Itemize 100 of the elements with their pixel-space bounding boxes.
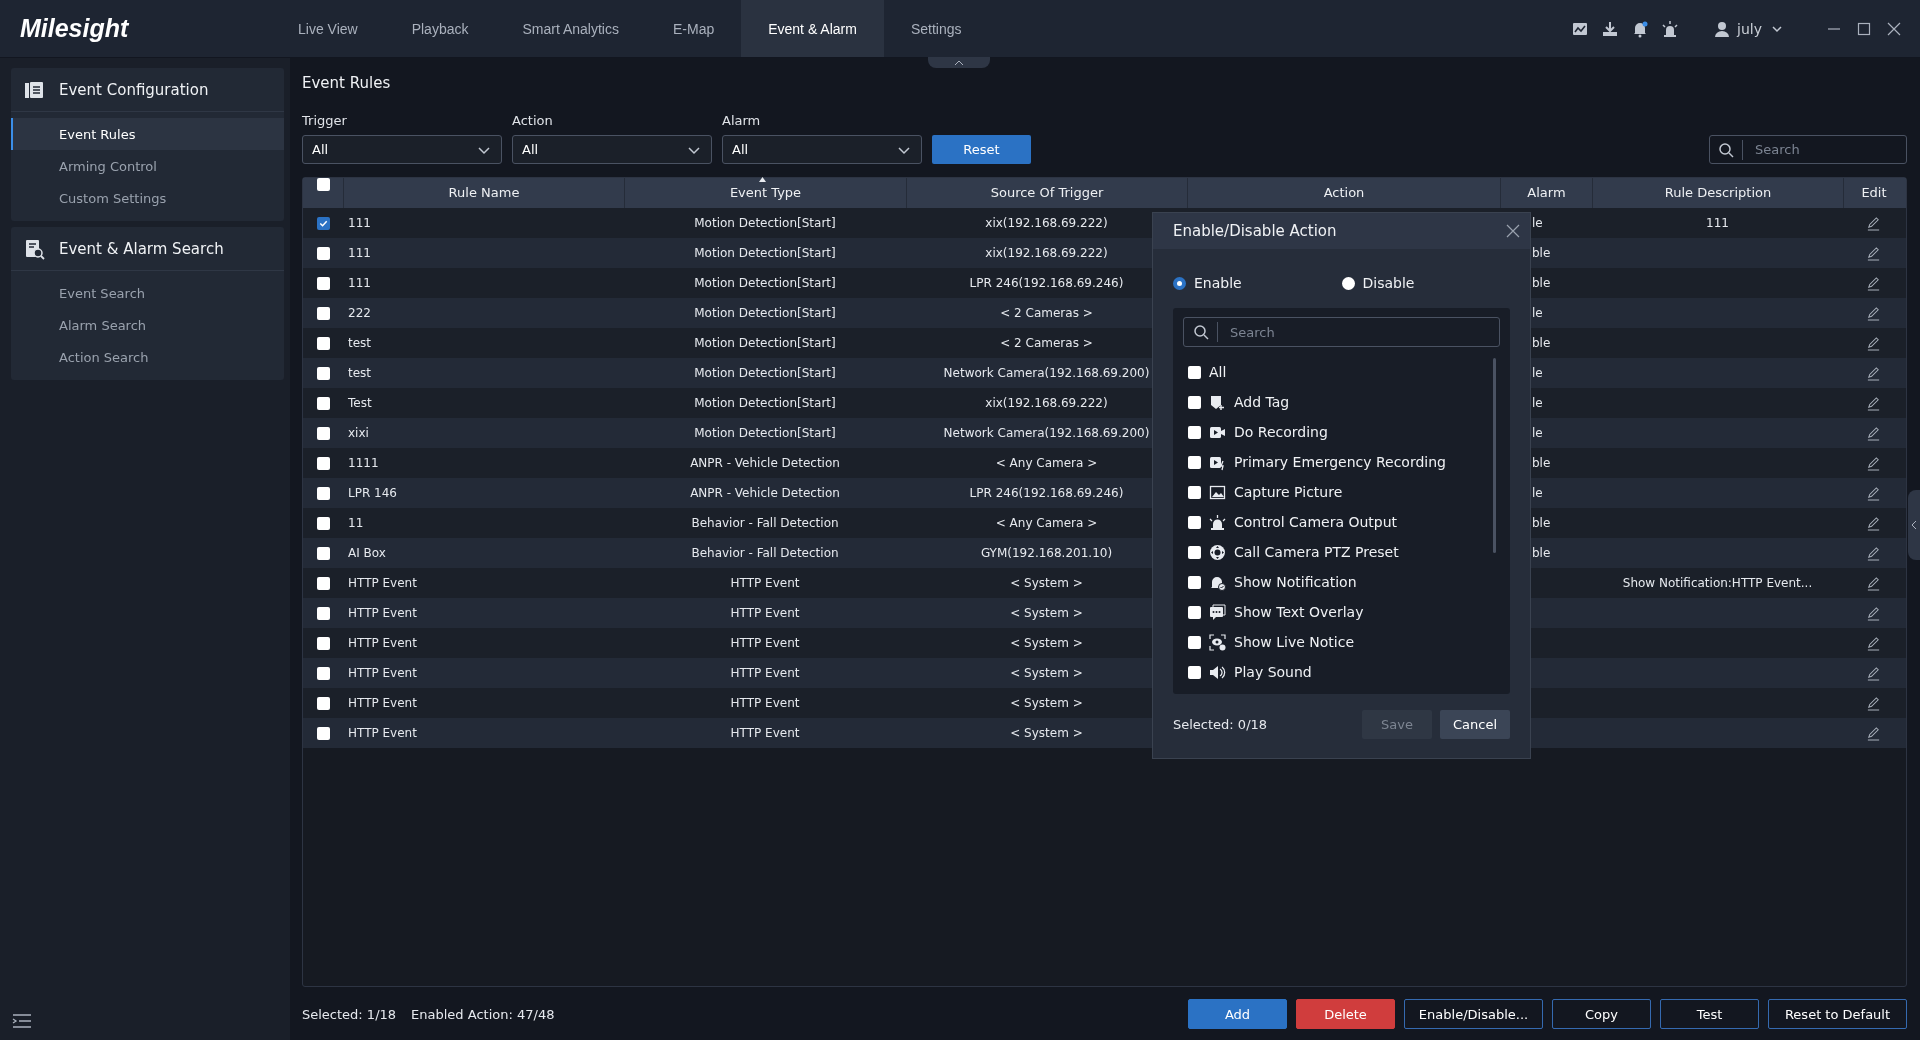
collapse-handle[interactable] [1908,490,1920,560]
maximize-icon[interactable] [1856,20,1872,37]
filter-dropdown[interactable]: All [302,135,502,164]
edit-icon[interactable] [1866,485,1881,501]
edit-icon[interactable] [1866,545,1881,561]
action-button[interactable]: Enable/Disable... [1404,999,1543,1029]
edit-icon[interactable] [1866,605,1881,621]
search-input[interactable]: Search [1742,139,1898,160]
checkbox[interactable] [316,426,330,440]
nav-tab[interactable]: Live View [271,0,385,57]
action-button[interactable]: Test [1660,999,1759,1029]
list-option[interactable]: Show Text Overlay [1183,597,1500,627]
edit-icon[interactable] [1866,725,1881,741]
edit-icon[interactable] [1866,245,1881,261]
alarm-light-icon[interactable] [1661,19,1680,38]
edit-icon[interactable] [1866,425,1881,441]
checkbox[interactable] [1188,485,1201,499]
checkbox[interactable] [316,178,330,191]
checkbox[interactable] [316,486,330,500]
list-option[interactable]: Capture Picture [1183,477,1500,507]
checkbox[interactable] [316,276,330,290]
checkbox[interactable] [1188,545,1201,559]
checkbox[interactable] [1188,395,1201,409]
checkbox[interactable] [1188,605,1201,619]
checkbox[interactable] [1188,455,1201,469]
scrollbar[interactable] [1493,358,1496,553]
list-option[interactable]: Call Camera PTZ Preset [1183,537,1500,567]
download-icon[interactable] [1601,19,1620,38]
action-button[interactable]: Copy [1552,999,1651,1029]
list-option[interactable]: Add Tag [1183,387,1500,417]
list-option[interactable]: Do Recording [1183,417,1500,447]
search-field[interactable]: Search [1183,317,1500,347]
sidebar-item[interactable]: Arming Control [11,150,284,182]
checkbox[interactable] [316,576,330,590]
checkbox[interactable] [316,606,330,620]
list-option[interactable]: Control Camera Output [1183,507,1500,537]
checkbox[interactable] [1188,425,1201,439]
search-input[interactable]: Search [1217,322,1490,342]
checkbox[interactable] [316,516,330,530]
edit-icon[interactable] [1866,515,1881,531]
sidebar-item[interactable]: Event Search [11,277,284,309]
checkbox[interactable] [316,696,330,710]
checkbox[interactable] [1188,665,1201,679]
cancel-button[interactable]: Cancel [1440,710,1510,739]
edit-icon[interactable] [1866,395,1881,411]
checkbox[interactable] [316,636,330,650]
edit-icon[interactable] [1866,305,1881,321]
delete-button[interactable]: Delete [1296,999,1395,1029]
nav-tab[interactable]: Smart Analytics [495,0,646,57]
checkbox[interactable] [316,246,330,260]
edit-icon[interactable] [1866,215,1881,231]
edit-icon[interactable] [1866,335,1881,351]
nav-tab[interactable]: Settings [883,0,989,57]
edit-icon[interactable] [1866,455,1881,471]
sidebar-item[interactable]: Event Rules [11,118,284,150]
add-button[interactable]: Add [1188,999,1287,1029]
edit-icon[interactable] [1866,575,1881,591]
checkbox[interactable] [316,366,330,380]
filter-dropdown[interactable]: All [722,135,922,164]
checkbox[interactable] [1188,515,1201,529]
edit-icon[interactable] [1866,695,1881,711]
close-icon[interactable] [1506,224,1520,238]
sidebar-item[interactable]: Alarm Search [11,309,284,341]
checkbox[interactable] [1188,365,1201,379]
checkbox[interactable] [316,666,330,680]
nav-tab[interactable]: Playback [384,0,496,57]
user-name[interactable]: july [1737,20,1762,37]
user-icon[interactable] [1713,19,1732,38]
checkbox[interactable] [1188,635,1201,649]
collapse-handle[interactable] [928,57,990,68]
filter-dropdown[interactable]: All [512,135,712,164]
radio-option[interactable]: Enable [1173,275,1342,291]
list-option[interactable]: Show Notification [1183,567,1500,597]
reset-button[interactable]: Reset [932,135,1031,164]
checkbox[interactable] [316,456,330,470]
edit-icon[interactable] [1866,365,1881,381]
menu-icon[interactable] [12,1013,32,1029]
list-option[interactable]: Show Live Notice [1183,627,1500,657]
checkbox[interactable] [316,546,330,560]
checkbox[interactable] [316,726,330,740]
radio-option[interactable]: Disable [1341,275,1510,291]
checkbox[interactable] [316,336,330,350]
list-option[interactable]: All [1183,357,1500,387]
list-option[interactable]: Primary Emergency Recording [1183,447,1500,477]
checkbox[interactable] [1188,575,1201,589]
edit-icon[interactable] [1866,665,1881,681]
edit-icon[interactable] [1866,275,1881,291]
nav-tab[interactable]: E-Map [645,0,742,57]
close-icon[interactable] [1886,20,1902,37]
sidebar-item[interactable]: Custom Settings [11,182,284,214]
page-title: Event Rules [302,74,392,92]
edit-icon[interactable] [1866,635,1881,651]
checkbox[interactable] [316,216,330,230]
checkbox[interactable] [316,396,330,410]
search-field[interactable]: Search [1709,135,1907,164]
list-option[interactable]: Play Sound [1183,657,1500,687]
nav-tab[interactable]: Event & Alarm [741,0,884,57]
checkbox[interactable] [316,306,330,320]
action-button[interactable]: Reset to Default [1768,999,1907,1029]
sidebar-item[interactable]: Action Search [11,341,284,373]
